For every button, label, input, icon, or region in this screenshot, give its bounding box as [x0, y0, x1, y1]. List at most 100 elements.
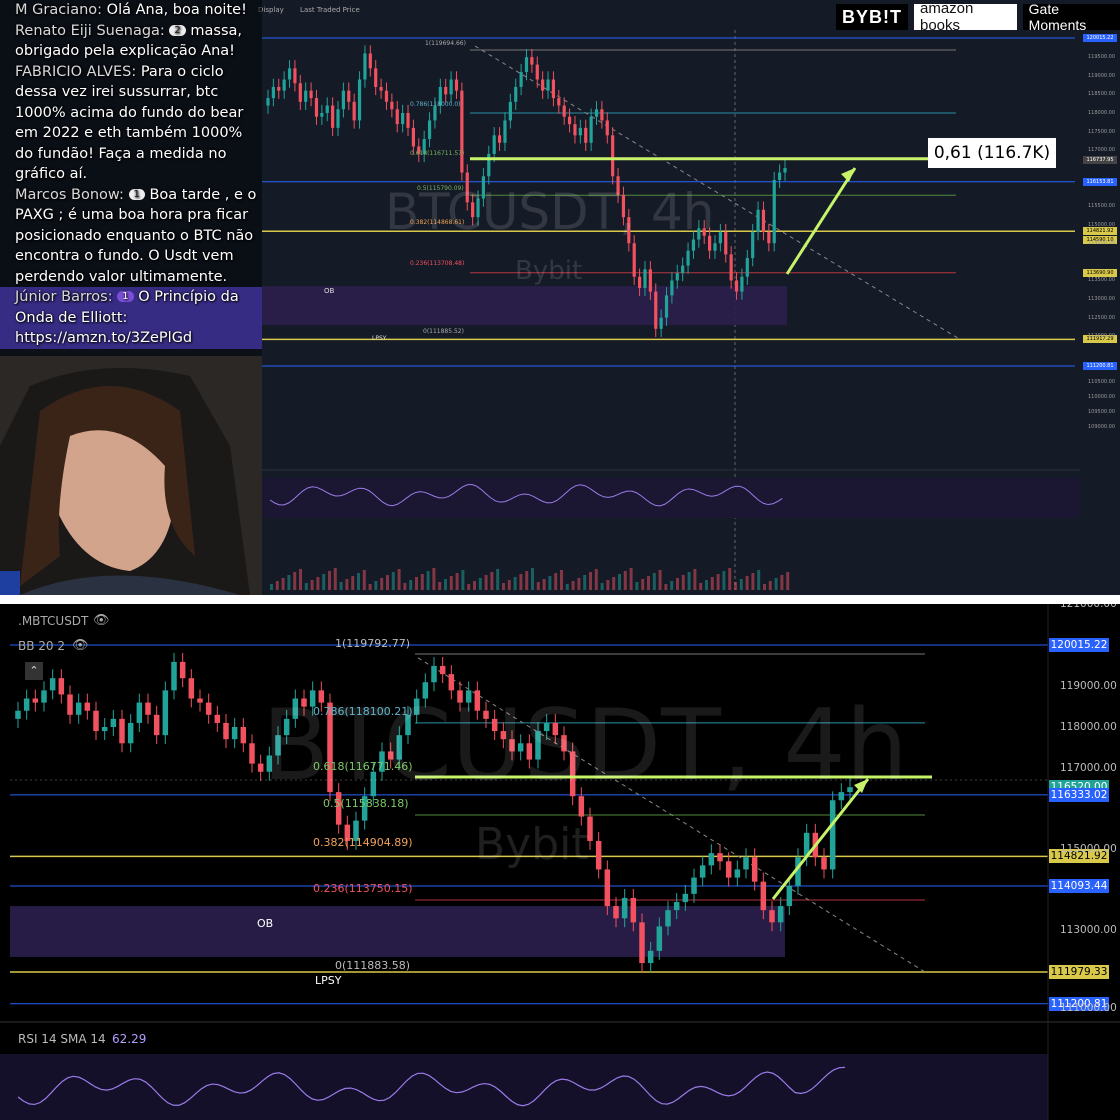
- volume-bar: [362, 570, 366, 590]
- candle-body: [266, 98, 270, 106]
- volume-bar: [658, 570, 662, 590]
- candle: [41, 681, 47, 712]
- candle-body: [325, 105, 329, 113]
- top-axis-label: 111200.81: [1083, 362, 1117, 371]
- volume-bar: [432, 568, 436, 590]
- candle-body: [729, 254, 733, 281]
- candle-body: [368, 53, 372, 69]
- volume-bar: [606, 580, 610, 590]
- toolbar-price-type[interactable]: Last Traded Price: [300, 6, 360, 14]
- chat-badge: 1: [128, 188, 145, 200]
- top-axis-tick: 118000.00: [1088, 109, 1116, 116]
- candle-body: [67, 694, 73, 715]
- candle: [15, 701, 21, 728]
- volume-bar: [316, 577, 320, 590]
- volume-bar: [635, 582, 639, 590]
- chat-message: M Graciano: Olá Ana, boa noite!: [0, 0, 262, 21]
- volume-bar: [270, 584, 273, 590]
- volume-bar: [525, 571, 529, 590]
- volume-bar: [757, 570, 761, 590]
- volume-bar: [449, 576, 453, 590]
- volume-bar: [304, 583, 308, 590]
- candle-body: [717, 853, 723, 862]
- volume-bar: [554, 573, 558, 590]
- candle: [197, 689, 203, 712]
- volume-bar: [565, 584, 569, 590]
- bottom-axis-tick: 117000.00: [1060, 761, 1117, 774]
- candle-body: [621, 897, 628, 919]
- volume-bar: [676, 578, 679, 590]
- candle: [110, 709, 117, 736]
- eye-icon[interactable]: 👁: [93, 612, 110, 628]
- volume-bar: [734, 582, 737, 590]
- candle: [460, 82, 464, 181]
- candle: [734, 860, 741, 887]
- volume-bar: [496, 569, 500, 590]
- chat-author: FABRICIO ALVES:: [15, 63, 141, 80]
- bottom-axis-label: 120015.22: [1049, 637, 1109, 652]
- candle: [431, 657, 437, 692]
- candle-body: [15, 710, 21, 719]
- volume-bar: [670, 581, 674, 590]
- top-ob-label: OB: [324, 287, 335, 295]
- candle-body: [743, 857, 749, 870]
- top-axis-tick: 115500.00: [1088, 203, 1116, 210]
- volume-bar: [275, 581, 279, 590]
- top-axis-label: 116737.95: [1083, 155, 1117, 164]
- candle: [119, 709, 125, 753]
- candle-body: [691, 239, 696, 251]
- candle: [32, 689, 39, 712]
- chat-text: Para o ciclo dessa vez irei sussurrar, b…: [15, 63, 244, 183]
- volume-bar: [629, 568, 633, 590]
- candle: [49, 669, 56, 700]
- candle: [611, 127, 615, 185]
- fib-label-1: 1(119792.77): [335, 637, 411, 650]
- volume-bar: [281, 578, 285, 590]
- collapse-icon[interactable]: ⌃: [25, 662, 43, 680]
- candle-body: [514, 86, 518, 102]
- volume-bar: [699, 583, 703, 590]
- candle-body: [179, 661, 186, 679]
- volume-bar: [519, 574, 523, 590]
- candle-body: [659, 317, 663, 329]
- top-toolbar: Display Last Traded Price: [258, 6, 360, 14]
- candle-body: [431, 665, 437, 683]
- candle-body: [530, 57, 534, 65]
- volume-bar: [490, 572, 494, 590]
- candle-body: [557, 98, 561, 106]
- chat-author: M Graciano:: [15, 2, 107, 18]
- volume-bar: [426, 571, 430, 590]
- candle-body: [127, 722, 134, 744]
- volume-bar: [461, 570, 465, 590]
- indicator-eye-icon[interactable]: 👁: [72, 637, 89, 653]
- top-axis-label: 116153.81: [1083, 177, 1117, 186]
- candle-body: [630, 897, 637, 923]
- candle-body: [145, 702, 151, 715]
- candle-body: [777, 906, 784, 923]
- candle-body: [454, 79, 459, 91]
- candle-body: [101, 727, 108, 732]
- chat-message: Júnior Barros: 1 O Princípio da Onda de …: [0, 287, 262, 349]
- candle-body: [214, 714, 221, 723]
- candle: [179, 652, 186, 688]
- top-fib-05: 0.5(115790.09): [417, 185, 464, 192]
- candle-body: [374, 68, 378, 87]
- volume-bar: [328, 571, 331, 590]
- candle-body: [675, 273, 679, 281]
- top-axis-label: 114821.92: [1083, 227, 1117, 236]
- volume-bar: [722, 571, 726, 590]
- top-fib-0236: 0.236(113708.48): [410, 260, 465, 267]
- candle-body: [643, 269, 647, 288]
- candle-body: [357, 79, 362, 121]
- candle-body: [298, 83, 302, 102]
- candle-body: [75, 702, 82, 715]
- candle: [821, 848, 827, 879]
- candle-body: [449, 79, 453, 95]
- top-axis-tick: 110000.00: [1088, 394, 1116, 400]
- candle-body: [594, 109, 599, 117]
- candle-body: [282, 79, 286, 91]
- candle-body: [595, 840, 602, 870]
- candle: [188, 669, 195, 708]
- candle-body: [314, 98, 319, 117]
- candle-body: [664, 295, 669, 318]
